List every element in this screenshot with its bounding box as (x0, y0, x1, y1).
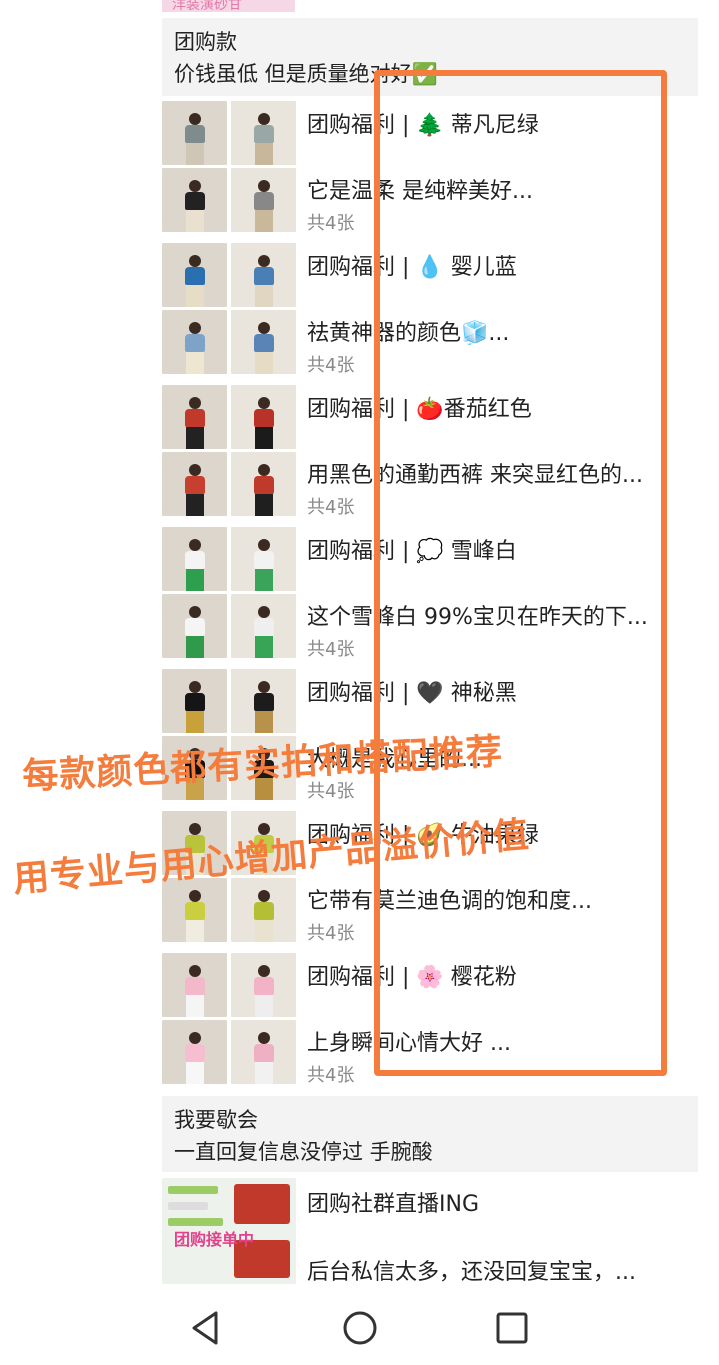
highlight-box (374, 70, 667, 1076)
photo-thumbnail[interactable] (162, 101, 227, 165)
back-icon[interactable] (186, 1308, 226, 1348)
photo-thumbnail[interactable] (162, 594, 227, 658)
photo-thumbnail[interactable] (162, 310, 227, 374)
image-count: 共4张 (307, 923, 355, 944)
photo-thumbnail[interactable] (231, 385, 296, 449)
photo-thumbnail[interactable] (162, 669, 227, 733)
photo-thumbnail[interactable] (162, 243, 227, 307)
group-header-rest[interactable]: 我要歇会 一直回复信息没停过 手腕酸 (162, 1096, 698, 1172)
photo-thumbnail[interactable] (231, 878, 296, 942)
recents-icon[interactable] (492, 1308, 532, 1348)
post-title: 团购社群直播ING (307, 1192, 479, 1217)
image-count: 共4张 (307, 497, 355, 518)
image-count: 共4张 (307, 213, 355, 234)
photo-thumbnail[interactable] (162, 452, 227, 516)
photo-thumbnail[interactable] (162, 527, 227, 591)
photo-thumbnail[interactable] (162, 1020, 227, 1084)
photo-thumbnail[interactable] (231, 168, 296, 232)
previous-post-thumbnail-strip[interactable]: 洋装演砂甘 (162, 0, 295, 12)
image-count: 共4张 (307, 355, 355, 376)
photo-thumbnail[interactable] (162, 168, 227, 232)
photo-thumbnail[interactable] (231, 594, 296, 658)
post-live[interactable]: 团购接单中 团购社群直播ING 后台私信太多，还没回复宝宝，... (162, 1178, 698, 1286)
previous-post-text: 洋装演砂甘 (172, 0, 242, 12)
photo-thumbnail[interactable] (231, 1020, 296, 1084)
photo-thumbnail[interactable] (231, 243, 296, 307)
photo-thumbnail[interactable] (231, 953, 296, 1017)
chat-screenshot-thumbnail[interactable]: 团购接单中 (162, 1178, 296, 1284)
image-count: 共4张 (307, 639, 355, 660)
photo-thumbnail[interactable] (162, 385, 227, 449)
group-title: 团购款 (174, 30, 237, 54)
photo-thumbnail[interactable] (231, 527, 296, 591)
post-body: 后台私信太多，还没回复宝宝，... (307, 1260, 636, 1285)
photo-thumbnail[interactable] (162, 953, 227, 1017)
system-nav-bar (0, 1290, 719, 1365)
group-subtitle: 一直回复信息没停过 手腕酸 (174, 1140, 433, 1164)
image-count: 共4张 (307, 1065, 355, 1086)
photo-thumbnail[interactable] (231, 310, 296, 374)
photo-thumbnail[interactable] (231, 101, 296, 165)
group-title: 我要歇会 (174, 1108, 258, 1132)
photo-thumbnail[interactable] (231, 452, 296, 516)
photo-thumbnail[interactable] (231, 669, 296, 733)
thumbnail-label: 团购接单中 (174, 1230, 255, 1249)
home-icon[interactable] (340, 1308, 380, 1348)
